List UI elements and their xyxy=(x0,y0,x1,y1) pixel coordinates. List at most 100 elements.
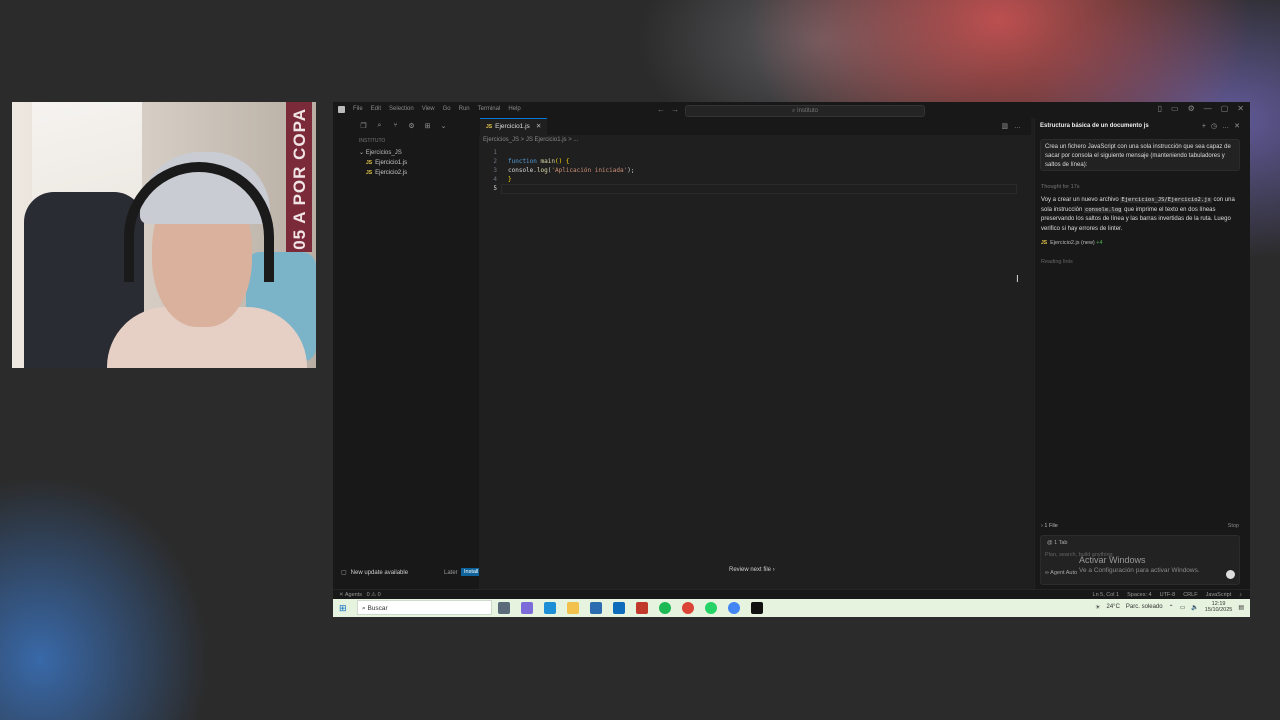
tree-file[interactable]: JS Ejercicio2.js xyxy=(355,168,407,178)
back-arrow-icon[interactable]: ← xyxy=(657,105,671,114)
later-button[interactable]: Later xyxy=(444,570,458,576)
extensions-icon[interactable]: ⊞ xyxy=(423,122,432,130)
close-icon[interactable]: ✕ xyxy=(1234,123,1245,130)
tree-folder[interactable]: ⌄ Ejercicios_JS xyxy=(355,148,407,158)
weather-temp[interactable]: 24°C xyxy=(1107,604,1120,610)
split-editor-icon[interactable]: ▥ xyxy=(1001,123,1014,130)
outlook-icon[interactable] xyxy=(613,602,625,614)
layout-toggle-icon[interactable]: ▯ xyxy=(1158,104,1162,113)
maximize-icon[interactable]: ▢ xyxy=(1221,104,1229,113)
menu-edit[interactable]: Edit xyxy=(371,106,381,112)
file-change-chip[interactable]: JS Ejercicio2.js (new) +4 xyxy=(1041,240,1241,250)
send-button[interactable] xyxy=(1226,570,1235,579)
menu-view[interactable]: View xyxy=(422,106,435,112)
menu-run[interactable]: Run xyxy=(459,106,470,112)
code-line: 1 xyxy=(479,148,1031,157)
edge-icon[interactable] xyxy=(544,602,556,614)
encoding[interactable]: UTF-8 xyxy=(1160,592,1176,598)
line-number: 2 xyxy=(493,158,497,165)
ide-window: File Edit Selection View Go Run Terminal… xyxy=(333,102,1250,617)
search-sidebar-icon[interactable]: ⌕ xyxy=(375,122,384,130)
breadcrumb[interactable]: Ejercicios_JS > JS Ejercicio1.js > ... xyxy=(483,137,578,143)
source-control-icon[interactable]: ⑂ xyxy=(391,122,400,130)
end-of-line[interactable]: CRLF xyxy=(1183,592,1197,598)
agents-label[interactable]: Agents xyxy=(345,592,362,598)
language-mode[interactable]: JavaScript xyxy=(1206,592,1232,598)
tree-file-label: Ejercicio1.js xyxy=(375,160,408,166)
taskbar-search[interactable]: ⌕ Buscar xyxy=(357,600,492,615)
history-icon[interactable]: ◷ xyxy=(1211,123,1222,130)
files-summary[interactable]: › 1 File Stop xyxy=(1041,523,1241,529)
minimize-icon[interactable]: — xyxy=(1204,104,1212,113)
indentation[interactable]: Spaces: 4 xyxy=(1127,592,1151,598)
thought-indicator[interactable]: Thought for 17s xyxy=(1041,184,1080,190)
review-next-file-button[interactable]: Review next file › xyxy=(729,567,775,573)
code-text: } xyxy=(508,176,512,183)
copilot-icon[interactable] xyxy=(521,602,533,614)
spotify-icon[interactable] xyxy=(659,602,671,614)
close-window-icon[interactable]: ✕ xyxy=(1237,104,1244,113)
text-cursor-icon: I xyxy=(1016,274,1019,285)
chevron-down-icon[interactable]: ⌄ xyxy=(439,122,448,130)
store-icon[interactable] xyxy=(590,602,602,614)
menu-selection[interactable]: Selection xyxy=(389,106,414,112)
msg-code-path: Ejercicios_JS/Ejercicio2.js xyxy=(1120,197,1212,203)
user-prompt[interactable]: Crea un fichero JavaScript con una sola … xyxy=(1040,139,1240,171)
tree-file-label: Ejercicio2.js xyxy=(375,170,408,176)
menu-file[interactable]: File xyxy=(353,106,363,112)
tab-ejercicio1[interactable]: JS Ejercicio1.js ✕ xyxy=(480,118,548,136)
command-search-input[interactable]: ⌕ Instituto xyxy=(685,105,925,117)
agent-mode-selector[interactable]: ∞ Agent Auto xyxy=(1045,570,1077,576)
forward-arrow-icon[interactable]: → xyxy=(671,105,685,114)
debug-icon[interactable]: ⚙ xyxy=(407,122,416,130)
update-text: New update available xyxy=(350,570,409,576)
code-editor[interactable]: 1 2 function main() { 3 console.log('Aplic… xyxy=(479,148,1031,194)
agent-chat-panel: Estructura básica de un documento js +◷…… xyxy=(1034,118,1250,589)
msg-code-console: console.log xyxy=(1084,206,1123,213)
more-icon[interactable]: … xyxy=(1222,123,1234,130)
weather-desc[interactable]: Parc. soleado xyxy=(1126,604,1163,610)
file-chip-name: Ejercicio2.js xyxy=(1050,240,1080,246)
network-icon[interactable]: ▭ xyxy=(1180,604,1186,611)
weather-icon[interactable]: ☀ xyxy=(1095,604,1100,611)
panel-toggle-icon[interactable]: ▭ xyxy=(1171,104,1179,113)
more-actions-icon[interactable]: … xyxy=(1014,123,1027,130)
task-view-icon[interactable] xyxy=(498,602,510,614)
tab-label: Ejercicio1.js xyxy=(495,123,530,130)
add-chat-icon[interactable]: + xyxy=(1202,123,1211,130)
menu-go[interactable]: Go xyxy=(443,106,451,112)
line-number: 5 xyxy=(493,185,497,192)
volume-icon[interactable]: 🔈 xyxy=(1191,604,1198,611)
stop-button[interactable]: Stop xyxy=(1228,523,1239,529)
status-right: Ln 5, Col 1 Spaces: 4 UTF-8 CRLF JavaScr… xyxy=(1093,592,1242,598)
tree-folder-label: Ejercicios_JS xyxy=(365,150,402,156)
windows-start-icon[interactable]: ⊞ xyxy=(339,603,347,614)
whatsapp-icon[interactable] xyxy=(705,602,717,614)
close-tab-icon[interactable]: ✕ xyxy=(536,123,541,130)
tree-file[interactable]: JS Ejercicio1.js xyxy=(355,158,407,168)
file-chip-additions: +4 xyxy=(1096,240,1103,246)
js-file-icon: JS xyxy=(486,124,493,130)
file-explorer-icon[interactable] xyxy=(567,602,579,614)
chevron-down-icon: ⌄ xyxy=(359,150,366,156)
cursor-position[interactable]: Ln 5, Col 1 xyxy=(1093,592,1120,598)
code-line: 4} xyxy=(479,175,1031,184)
app-logo-icon xyxy=(338,106,345,113)
app-red-icon[interactable] xyxy=(636,602,648,614)
menu-help[interactable]: Help xyxy=(508,106,520,112)
bell-icon[interactable]: ♪ xyxy=(1239,592,1242,598)
menu-terminal[interactable]: Terminal xyxy=(478,106,501,112)
context-tab-chip[interactable]: @ 1 Tab xyxy=(1047,540,1067,546)
chrome-icon[interactable] xyxy=(682,602,694,614)
cursor-app-icon[interactable] xyxy=(751,602,763,614)
chrome-profile-icon[interactable] xyxy=(728,602,740,614)
clock[interactable]: 12:19 15/10/2025 xyxy=(1205,601,1233,613)
chat-title: Estructura básica de un documento js xyxy=(1040,123,1149,129)
review-next-label: Review next file xyxy=(729,567,772,573)
files-icon[interactable]: ❐ xyxy=(359,122,368,130)
tray-chevron-icon[interactable]: ⌃ xyxy=(1169,604,1174,611)
settings-gear-icon[interactable]: ⚙ xyxy=(1188,104,1195,113)
notification-icon[interactable]: ▤ xyxy=(1238,604,1244,611)
line-number: 1 xyxy=(493,149,497,156)
problems-count[interactable]: 0 ⚠ 0 xyxy=(367,592,381,598)
